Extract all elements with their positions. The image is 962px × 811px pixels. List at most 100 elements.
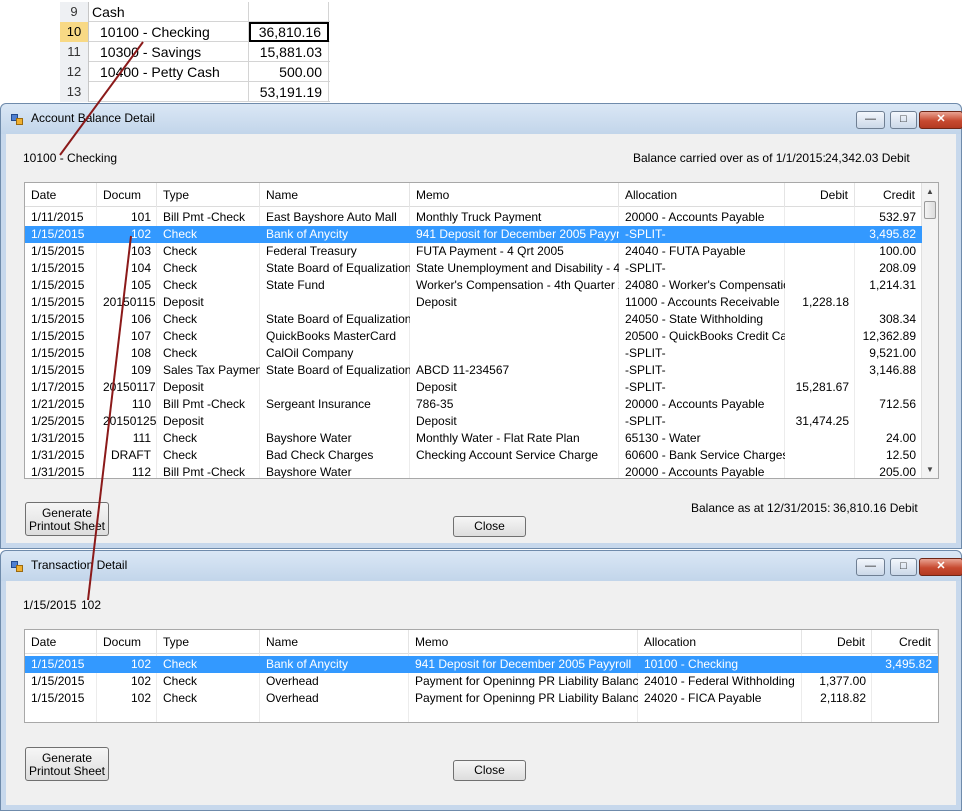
cell-allocation: 24050 - State Withholding (625, 312, 764, 326)
sheet-cell-value[interactable]: 15,881.03 (249, 42, 329, 62)
table-row[interactable]: 1/31/2015 112 Bill Pmt -Check Bayshore Wate… (25, 464, 922, 478)
transaction-lines-grid[interactable]: Date Docum Type Name Memo Allocation Deb… (24, 629, 939, 723)
column-header-credit[interactable]: Credit (872, 630, 938, 654)
table-row[interactable]: 1/21/2015 110 Bill Pmt -Check Sergeant Insu… (25, 396, 922, 413)
table-row[interactable]: 1/15/2015 103 Check Federal Treasury FUTA Pa… (25, 243, 922, 260)
cell-allocation: 24010 - Federal Withholding (644, 674, 795, 688)
cell-name (260, 379, 410, 396)
column-header-allocation[interactable]: Allocation (638, 630, 802, 654)
cell-date: 1/25/2015 (31, 414, 85, 428)
sheet-cell-label[interactable]: 10400 - Petty Cash (90, 62, 249, 82)
table-row[interactable]: 1/15/2015 102 Check Overhead Payment for Ope… (25, 673, 938, 690)
table-row[interactable]: 1/15/2015 20150115 Deposit Deposit 11000 - A… (25, 294, 922, 311)
column-header-date[interactable]: Date (25, 630, 97, 654)
cell-allocation: 20000 - Accounts Payable (625, 210, 765, 224)
column-header-type[interactable]: Type (157, 183, 260, 207)
cell-date: 1/15/2015 (31, 312, 85, 326)
sheet-cell-label[interactable]: Cash (90, 2, 249, 22)
table-row[interactable]: 1/15/2015 106 Check State Board of Equaliza… (25, 311, 922, 328)
cell-memo: Payment for Openinng PR Liability Balanc… (415, 674, 638, 688)
column-header-memo[interactable]: Memo (410, 183, 619, 207)
sheet-cell-value[interactable]: 53,191.19 (249, 82, 329, 102)
table-row[interactable]: 1/11/2015 101 Bill Pmt -Check East Bayshore… (25, 209, 922, 226)
cell-allocation: 24020 - FICA Payable (644, 691, 762, 705)
table-row[interactable]: 1/15/2015 109 Sales Tax Payment State Board… (25, 362, 922, 379)
column-header-docum[interactable]: Docum (97, 183, 157, 207)
table-row[interactable]: 1/15/2015 108 Check CalOil Company -SPLIT- 9,… (25, 345, 922, 362)
scroll-down-arrow-icon[interactable]: ▼ (922, 461, 938, 478)
sheet-cell-value[interactable]: 500.00 (249, 62, 329, 82)
column-header-name[interactable]: Name (260, 183, 410, 207)
sheet-cell-value[interactable] (249, 2, 329, 22)
column-header-date[interactable]: Date (25, 183, 97, 207)
row-number[interactable]: 9 (60, 2, 89, 22)
generate-printout-button[interactable]: Generate Printout Sheet (25, 502, 109, 536)
row-number[interactable]: 12 (60, 62, 89, 82)
row-number[interactable]: 13 (60, 82, 89, 102)
close-window-button[interactable]: ✕ (919, 558, 962, 576)
cell-memo: Worker's Compensation - 4th Quarter 20..… (416, 278, 619, 292)
column-header-memo[interactable]: Memo (409, 630, 638, 654)
table-row[interactable]: 1/15/2015 102 Check Bank of Anycity 941 Depo… (25, 656, 938, 673)
table-row[interactable]: 1/15/2015 107 Check QuickBooks MasterCard 20… (25, 328, 922, 345)
cell-credit: 3,495.82 (869, 227, 916, 241)
generate-printout-button[interactable]: Generate Printout Sheet (25, 747, 109, 781)
close-window-button[interactable]: ✕ (919, 111, 962, 129)
table-row[interactable]: 1/15/2015 102 Check Bank of Anycity 941 Depo… (25, 226, 922, 243)
sheet-cell-label[interactable] (90, 82, 249, 102)
close-button[interactable]: Close (453, 760, 526, 781)
minimize-button[interactable]: — (856, 111, 885, 129)
cell-docum: 102 (130, 227, 151, 241)
account-window-titlebar[interactable]: Account Balance Detail — □ ✕ (1, 104, 962, 134)
cell-allocation: 65130 - Water (625, 431, 701, 445)
sheet-cell-label[interactable]: 10300 - Savings (90, 42, 249, 62)
cell-credit: 9,521.00 (869, 346, 916, 360)
column-header-allocation[interactable]: Allocation (619, 183, 785, 207)
cell-name: Federal Treasury (266, 244, 357, 258)
scroll-thumb[interactable] (924, 201, 936, 219)
table-row[interactable]: 1/15/2015 105 Check State Fund Worker's Comp… (25, 277, 922, 294)
cell-date: 1/17/2015 (31, 380, 85, 394)
row-number[interactable]: 11 (60, 42, 89, 62)
cell-name: State Board of Equalization (266, 312, 410, 326)
grid-scrollbar[interactable]: ▲ ▼ (921, 183, 938, 478)
column-header-type[interactable]: Type (157, 630, 260, 654)
cell-debit (785, 345, 855, 362)
column-header-debit[interactable]: Debit (785, 183, 855, 207)
table-row[interactable]: 1/31/2015 111 Check Bayshore Water Monthly W… (25, 430, 922, 447)
cell-debit (785, 311, 855, 328)
cell-name (260, 294, 410, 311)
cell-docum: 106 (130, 312, 151, 326)
cell-allocation: -SPLIT- (625, 227, 666, 241)
scroll-up-arrow-icon[interactable]: ▲ (922, 183, 938, 200)
row-number[interactable]: 10 (60, 22, 89, 42)
cell-memo: Deposit (416, 380, 457, 394)
table-row[interactable]: 1/17/2015 20150117 Deposit Deposit -SPLIT- 15… (25, 379, 922, 396)
minimize-button[interactable]: — (856, 558, 885, 576)
close-button[interactable]: Close (453, 516, 526, 537)
cell-allocation: -SPLIT- (625, 380, 666, 394)
transaction-window-titlebar[interactable]: Transaction Detail — □ ✕ (1, 551, 962, 581)
cell-name: CalOil Company (266, 346, 354, 360)
sheet-cell-label[interactable]: 10100 - Checking (90, 22, 249, 42)
maximize-button[interactable]: □ (890, 111, 917, 129)
cell-memo: Deposit (416, 295, 457, 309)
table-row[interactable]: 1/25/2015 20150125 Deposit Deposit -SPLIT- 31… (25, 413, 922, 430)
column-header-debit[interactable]: Debit (802, 630, 872, 654)
column-header-name[interactable]: Name (260, 630, 409, 654)
sheet-cell-value-active[interactable]: 36,810.16 (249, 22, 329, 42)
table-row[interactable]: 1/31/2015 DRAFT Check Bad Check Charges Chec… (25, 447, 922, 464)
maximize-button[interactable]: □ (890, 558, 917, 576)
column-header-credit[interactable]: Credit (855, 183, 922, 207)
table-row[interactable]: 1/15/2015 102 Check Overhead Payment for Ope… (25, 690, 938, 707)
cell-date: 1/15/2015 (31, 657, 85, 671)
account-transactions-grid[interactable]: Date Docum Type Name Memo Allocation Deb… (24, 182, 939, 479)
cell-memo: State Unemployment and Disability - 4th.… (416, 261, 619, 275)
column-header-docum[interactable]: Docum (97, 630, 157, 654)
cell-type: Check (163, 312, 198, 326)
sheet-row: 13 53,191.19 (60, 82, 330, 102)
table-row[interactable]: 1/15/2015 104 Check State Board of Equaliza… (25, 260, 922, 277)
cell-debit: 15,281.67 (795, 380, 849, 394)
cell-type: Sales Tax Payment (163, 363, 260, 377)
cell-name: QuickBooks MasterCard (266, 329, 397, 343)
